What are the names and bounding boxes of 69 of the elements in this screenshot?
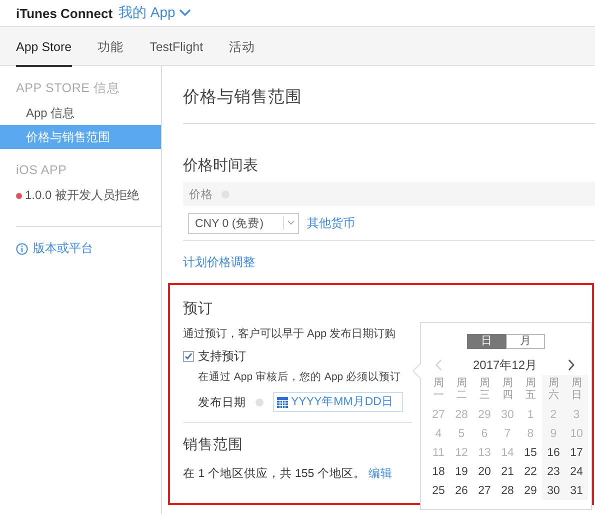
plan-price-link[interactable]: 计划价格调整 [183,254,255,270]
calendar-day: 12 [455,446,468,458]
calendar-day[interactable]: 20 [478,466,491,478]
preorder-description: 通过预订，客户可以早于 App 发布日期订购 [183,326,396,342]
weekday-label: 周六 [548,378,559,402]
price-select[interactable]: CNY 0 (免费) [188,212,299,234]
calendar-day: 4 [435,428,442,440]
calendar-day: 3 [573,408,580,420]
calendar-day: 13 [478,446,491,458]
sidebar-item[interactable]: 1.0.0 被开发人员拒绝 [25,187,140,204]
calendar-day[interactable]: 26 [455,484,468,496]
page-title: 价格与销售范围 [183,87,303,108]
weekday-label: 周四 [502,378,513,402]
weekday-label: 周五 [525,378,536,402]
column-header: 价格 [189,188,213,202]
sidebar-item[interactable]: App 信息 [0,101,161,125]
chevron-right-icon[interactable] [566,359,575,371]
calendar-day: 14 [501,446,514,458]
section-heading: 销售范围 [183,436,243,455]
calendar-day: 28 [455,408,468,420]
add-platform-link[interactable]: 版本或平台 [33,240,93,257]
sidebar-heading: iOS APP [15,162,68,179]
nav-tab[interactable]: TestFlight [150,27,204,67]
calendar-day[interactable]: 27 [478,484,491,496]
calendar-day[interactable]: 28 [501,484,514,496]
other-currency-link[interactable]: 其他货币 [307,214,355,232]
calendar-day: 5 [458,428,465,440]
month-title: 2017年12月 [472,356,538,374]
calendar-day: 9 [550,428,557,440]
calendar-day: 30 [501,408,514,420]
calendar-day: 7 [504,428,511,440]
field-label: 发布日期 [198,396,246,410]
calendar-day[interactable]: 19 [455,466,468,478]
weekday-label: 周一 [433,378,444,402]
sidebar-heading: APP STORE 信息 [15,80,122,97]
calendar-day: 6 [481,428,488,440]
nav-tab[interactable]: 功能 [98,27,124,67]
app-menu[interactable]: 我的 App [118,4,192,22]
calendar-day: 10 [570,428,583,440]
checkbox[interactable] [183,350,194,362]
calendar-day: 1 [527,408,534,420]
chevron-down-icon[interactable] [179,9,192,17]
weekday-label: 周二 [456,378,467,402]
checkbox-label: 支持预订 [198,348,246,364]
weekday-label: 周日 [571,378,582,402]
calendar-day: 27 [432,408,445,420]
calendar-day[interactable]: 22 [524,466,537,478]
calendar-day[interactable]: 29 [524,484,537,496]
preorder-note: 在通过 App 审核后，您的 App 必须以预订 [198,370,402,385]
calendar-day[interactable]: 15 [524,446,537,458]
calendar-day: 29 [478,408,491,420]
edit-link[interactable]: 编辑 [368,468,393,480]
mode-toggle[interactable]: 月 [506,334,545,349]
nav-tab[interactable]: App Store [16,27,72,67]
info-icon [16,242,28,254]
calendar-day: 2 [550,408,557,420]
calendar-day[interactable]: 21 [501,466,514,478]
date-field[interactable]: YYYY年MM月DD日 [273,392,403,412]
section-heading: 价格时间表 [183,156,259,176]
nav-tab[interactable]: 活动 [229,27,256,67]
section-heading: 预订 [183,300,213,319]
calendar-icon [277,396,288,408]
calendar-day[interactable]: 18 [432,466,445,478]
calendar-day: 11 [432,446,444,458]
weekday-label: 周三 [479,378,490,402]
brand-title: iTunes Connect [16,6,113,20]
calendar-day: 8 [527,428,534,440]
mode-toggle[interactable]: 日 [467,334,506,349]
calendar-day[interactable]: 25 [432,484,445,496]
